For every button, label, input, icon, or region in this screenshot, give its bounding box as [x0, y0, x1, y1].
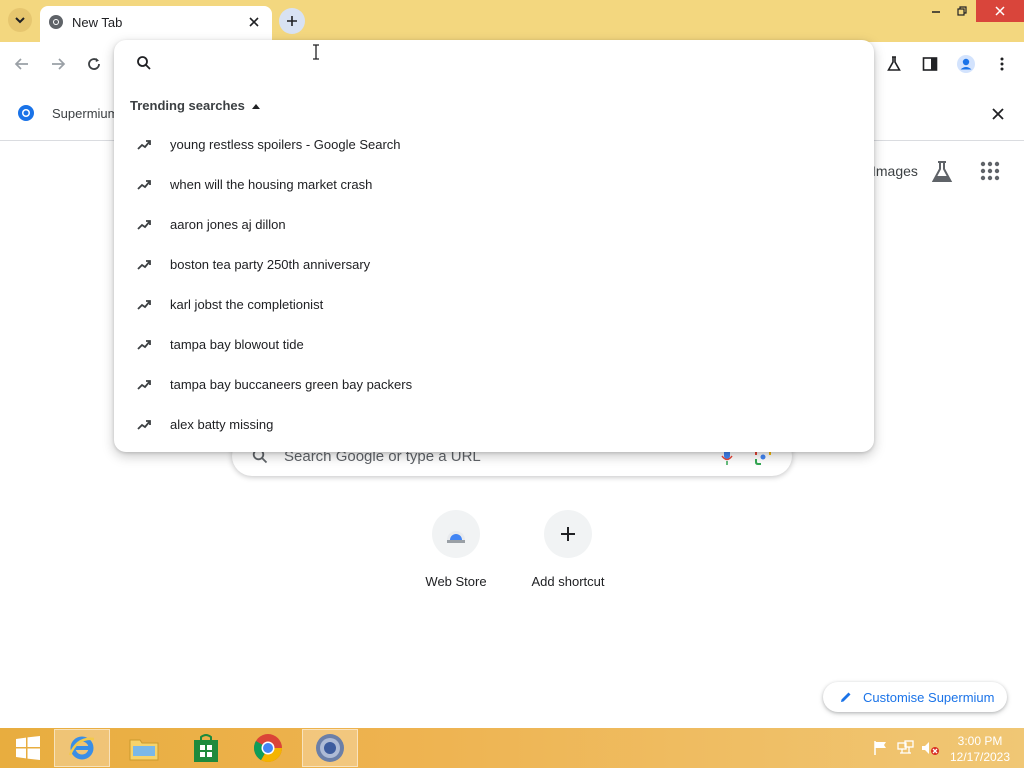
chrome-icon	[254, 734, 282, 762]
network-icon[interactable]	[896, 740, 916, 756]
avatar-icon	[957, 55, 975, 73]
chrome-icon	[49, 15, 63, 29]
trending-up-icon	[137, 420, 151, 430]
menu-button[interactable]	[990, 52, 1014, 76]
trending-up-icon	[137, 180, 151, 190]
suggestion-row[interactable]: tampa bay buccaneers green bay packers	[114, 365, 874, 405]
minimize-icon	[932, 11, 940, 13]
customise-button[interactable]: Customise Supermium	[823, 682, 1007, 712]
shortcut-label: Web Store	[425, 574, 487, 589]
close-icon	[992, 108, 1004, 120]
suggestion-text: alex batty missing	[170, 417, 274, 432]
supermium-logo-icon	[18, 105, 34, 121]
restore-icon	[957, 6, 967, 16]
supermium-icon	[316, 734, 344, 762]
shortcut-label: Add shortcut	[531, 574, 605, 589]
trending-up-icon	[137, 140, 151, 150]
labs-icon[interactable]	[930, 160, 954, 184]
tab-search-button[interactable]	[8, 8, 32, 32]
info-bar-close-button[interactable]	[988, 104, 1008, 124]
suggestion-row[interactable]: when will the housing market crash	[114, 165, 874, 205]
reload-icon	[88, 58, 100, 70]
tab-new-tab[interactable]: New Tab	[40, 6, 272, 42]
taskbar-internet-explorer[interactable]	[54, 729, 110, 767]
suggestion-text: tampa bay blowout tide	[170, 337, 304, 352]
trending-up-icon	[137, 260, 151, 270]
folder-icon	[129, 739, 159, 761]
store-icon	[194, 734, 218, 762]
trending-up-icon	[137, 380, 151, 390]
suggestion-row[interactable]: boston tea party 250th anniversary	[114, 245, 874, 285]
suggestion-row[interactable]: karl jobst the completionist	[114, 285, 874, 325]
back-button[interactable]	[10, 52, 34, 76]
windows-logo-icon	[16, 736, 40, 760]
tab-title: New Tab	[72, 15, 123, 30]
taskbar-chrome[interactable]	[240, 729, 296, 767]
info-bar-text: Supermium	[52, 106, 119, 121]
clock-time: 3:00 PM	[957, 734, 1003, 748]
images-link[interactable]: Images	[872, 163, 918, 179]
chevron-down-icon	[15, 17, 25, 24]
start-button[interactable]	[0, 729, 56, 767]
clock-date: 12/17/2023	[949, 750, 1011, 764]
arrow-right-icon	[52, 58, 66, 70]
profile-button[interactable]	[954, 52, 978, 76]
flag-icon[interactable]	[872, 740, 890, 756]
suggestion-text: when will the housing market crash	[170, 177, 373, 192]
shortcut-add[interactable]: Add shortcut	[508, 510, 628, 589]
search-icon	[137, 56, 151, 70]
arrow-left-icon	[14, 58, 28, 70]
suggestion-text: karl jobst the completionist	[170, 297, 324, 312]
window-close-button[interactable]	[976, 0, 1024, 22]
forward-button[interactable]	[46, 52, 70, 76]
text-cursor-icon	[313, 44, 319, 60]
side-panel-icon	[922, 57, 938, 71]
suggestion-row[interactable]: aaron jones aj dillon	[114, 205, 874, 245]
side-panel-button[interactable]	[918, 52, 942, 76]
customise-label: Customise Supermium	[863, 690, 995, 705]
suggestion-row[interactable]: tampa bay blowout tide	[114, 325, 874, 365]
labs-button[interactable]	[882, 52, 906, 76]
apps-grid-icon[interactable]	[978, 159, 1002, 183]
plus-icon	[544, 510, 592, 558]
internet-explorer-icon	[68, 736, 95, 760]
restore-button[interactable]	[946, 0, 978, 22]
taskbar-store[interactable]	[178, 729, 234, 767]
suggestion-text: young restless spoilers - Google Search	[170, 137, 401, 152]
caret-up-icon	[251, 103, 260, 109]
trending-header[interactable]: Trending searches	[130, 98, 261, 113]
suggestion-row[interactable]: young restless spoilers - Google Search	[114, 125, 874, 165]
flask-icon	[887, 56, 901, 71]
close-tab-icon[interactable]	[246, 14, 262, 30]
trending-up-icon	[137, 300, 151, 310]
suggestion-text: boston tea party 250th anniversary	[170, 257, 371, 272]
trending-up-icon	[137, 220, 151, 230]
shortcut-web-store[interactable]: Web Store	[396, 510, 516, 589]
close-icon	[995, 6, 1005, 16]
trending-title: Trending searches	[130, 98, 245, 113]
volume-muted-icon[interactable]	[920, 740, 940, 756]
suggestion-text: tampa bay buccaneers green bay packers	[170, 377, 413, 392]
suggestion-text: aaron jones aj dillon	[170, 217, 286, 232]
web-store-icon	[432, 510, 480, 558]
kebab-menu-icon	[1000, 57, 1004, 71]
omnibox-dropdown: Trending searches young restless spoiler…	[114, 40, 874, 452]
system-clock[interactable]: 3:00 PM 12/17/2023	[946, 733, 1014, 765]
plus-icon	[287, 16, 297, 26]
pencil-icon	[841, 692, 851, 702]
new-tab-button[interactable]	[279, 8, 305, 34]
reload-button[interactable]	[82, 52, 106, 76]
taskbar-file-explorer[interactable]	[116, 729, 172, 767]
taskbar-supermium[interactable]	[302, 729, 358, 767]
suggestion-row[interactable]: alex batty missing	[114, 405, 874, 445]
trending-up-icon	[137, 340, 151, 350]
